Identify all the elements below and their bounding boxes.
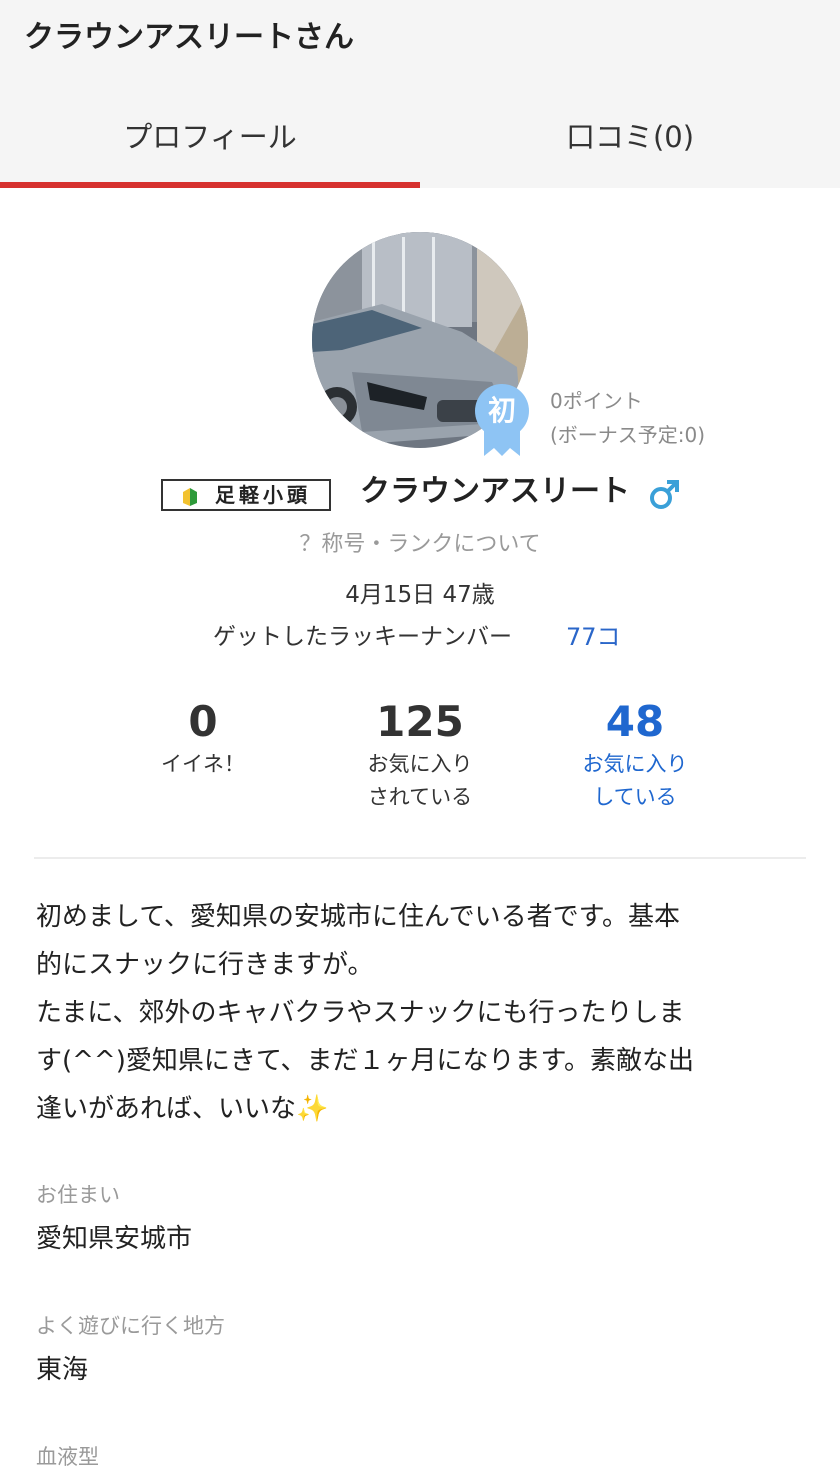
- tab-reviews-label: 口コミ(0): [565, 120, 695, 154]
- header: クラウンアスリートさん プロフィール 口コミ(0): [0, 0, 840, 188]
- active-tab-indicator: [0, 182, 420, 188]
- tab-bar: プロフィール 口コミ(0): [0, 92, 840, 188]
- field-label-region: よく遊びに行く地方: [36, 1314, 225, 1338]
- bonus-value: (ボーナス予定:0): [550, 423, 706, 447]
- lucky-number-value[interactable]: 77コ: [566, 620, 621, 654]
- stat-favoriting[interactable]: 48 お気に入り している: [535, 696, 735, 814]
- stat-likes-label: イイネ！: [161, 752, 245, 776]
- tab-profile[interactable]: プロフィール: [0, 92, 420, 188]
- stat-favoriting-label: お気に入り している: [582, 752, 688, 809]
- points-info: 0ポイント (ボーナス予定:0): [550, 384, 705, 452]
- stat-likes[interactable]: 0 イイネ！: [103, 696, 303, 781]
- tab-profile-label: プロフィール: [123, 120, 297, 154]
- rank-title: 足軽小頭: [215, 483, 311, 507]
- rank-info-link[interactable]: ？称号・ランクについて: [0, 528, 840, 562]
- beginner-badge: 初: [472, 380, 532, 460]
- tab-reviews[interactable]: 口コミ(0): [420, 92, 840, 188]
- rank-badge: 足軽小頭: [161, 479, 331, 511]
- field-label-residence: お住まい: [36, 1183, 120, 1207]
- field-value-region: 東海: [36, 1355, 89, 1385]
- page-title: クラウンアスリートさん: [24, 20, 354, 55]
- points-value: 0ポイント: [550, 389, 643, 413]
- stat-likes-value: 0: [188, 697, 218, 746]
- beginner-leaf-icon: [183, 488, 197, 506]
- male-icon: [650, 480, 679, 509]
- username: クラウンアスリート: [360, 474, 630, 509]
- lucky-number-label: ゲットしたラッキーナンバー: [213, 624, 512, 650]
- self-introduction: 初めまして、愛知県の安城市に住んでいる者です。基本 的にスナックに行きますが。 …: [36, 902, 694, 1124]
- badge-label: 初: [487, 394, 516, 427]
- stat-favorited-by-value: 125: [376, 697, 464, 746]
- stat-favorited-by[interactable]: 125 お気に入り されている: [320, 696, 520, 814]
- divider: [34, 857, 806, 859]
- stat-favorited-by-label: お気に入り されている: [367, 752, 473, 809]
- birthday-age: 4月15日 47歳: [345, 582, 495, 608]
- field-label-blood-type: 血液型: [36, 1445, 99, 1469]
- stat-favoriting-value: 48: [605, 697, 665, 746]
- field-value-residence: 愛知県安城市: [36, 1224, 193, 1254]
